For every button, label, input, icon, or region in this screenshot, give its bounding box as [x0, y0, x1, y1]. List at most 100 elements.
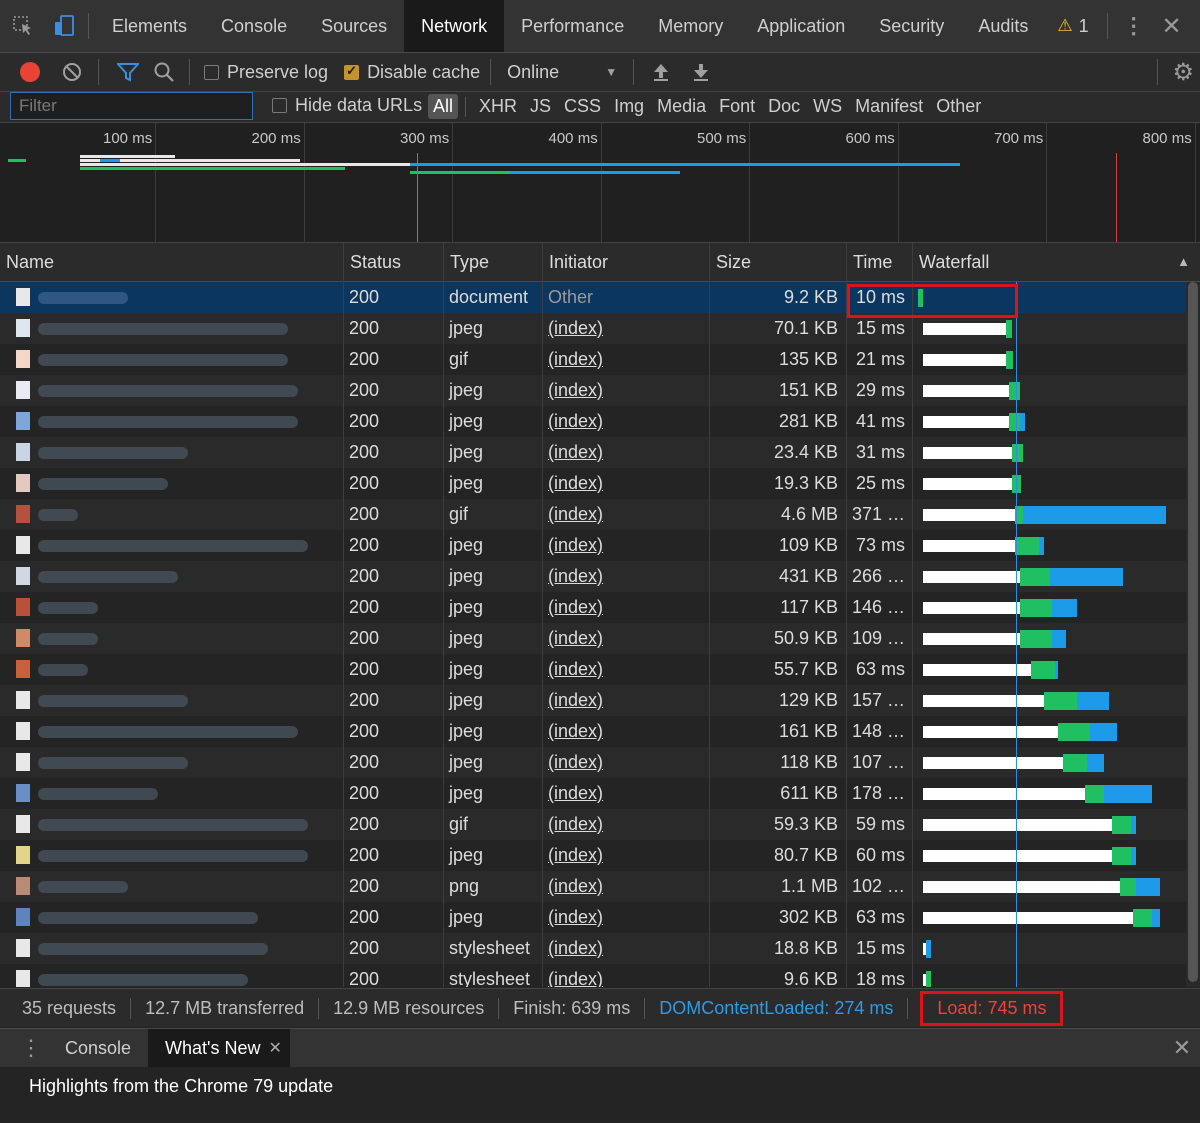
scrollbar-thumb[interactable]	[1188, 282, 1198, 982]
filter-type-img[interactable]: Img	[609, 94, 649, 119]
filter-type-other[interactable]: Other	[931, 94, 986, 119]
filter-type-css[interactable]: CSS	[559, 94, 606, 119]
cell-initiator[interactable]: (index)	[548, 623, 698, 654]
tab-elements[interactable]: Elements	[95, 0, 204, 52]
request-row[interactable]: 200 jpeg (index) 117 KB 146 …	[0, 592, 1200, 623]
cell-initiator[interactable]: (index)	[548, 933, 698, 964]
filter-type-all[interactable]: All	[428, 94, 459, 119]
tab-console[interactable]: Console	[204, 0, 304, 52]
network-overview[interactable]: 100 ms 200 ms 300 ms 400 ms 500 ms 600 ms 700 …	[0, 123, 1200, 243]
request-row[interactable]: 200 stylesheet (index) 9.6 KB 18 ms	[0, 964, 1200, 987]
drawer-tab-console[interactable]: Console	[48, 1029, 148, 1067]
cell-initiator[interactable]: (index)	[548, 468, 698, 499]
request-row[interactable]: 200 jpeg (index) 50.9 KB 109 …	[0, 623, 1200, 654]
request-row[interactable]: 200 gif (index) 135 KB 21 ms	[0, 344, 1200, 375]
cell-initiator[interactable]: (index)	[548, 530, 698, 561]
filter-type-font[interactable]: Font	[714, 94, 760, 119]
tab-audits[interactable]: Audits	[961, 0, 1045, 52]
close-devtools-icon[interactable]: ✕	[1154, 0, 1190, 52]
hide-data-urls-checkbox[interactable]: Hide data URLs	[272, 95, 422, 116]
cell-initiator[interactable]: (index)	[548, 499, 698, 530]
cell-initiator[interactable]: (index)	[548, 592, 698, 623]
cell-initiator[interactable]: (index)	[548, 344, 698, 375]
request-row[interactable]: 200 document Other 9.2 KB 10 ms	[0, 282, 1200, 313]
tab-application[interactable]: Application	[740, 0, 862, 52]
preserve-log-box[interactable]	[204, 64, 219, 80]
column-waterfall[interactable]: Waterfall	[912, 243, 1200, 281]
cell-initiator[interactable]: (index)	[548, 747, 698, 778]
request-row[interactable]: 200 jpeg (index) 70.1 KB 15 ms	[0, 313, 1200, 344]
cell-initiator[interactable]: (index)	[548, 902, 698, 933]
cell-initiator[interactable]: (index)	[548, 716, 698, 747]
close-drawer-icon[interactable]: ✕	[1164, 1035, 1200, 1061]
import-har-icon[interactable]	[652, 62, 670, 82]
request-row[interactable]: 200 jpeg (index) 23.4 KB 31 ms	[0, 437, 1200, 468]
column-size[interactable]: Size	[709, 243, 846, 281]
filter-type-doc[interactable]: Doc	[763, 94, 805, 119]
close-tab-icon[interactable]: ✕	[269, 1038, 282, 1058]
filter-type-ws[interactable]: WS	[808, 94, 847, 119]
export-har-icon[interactable]	[692, 62, 710, 82]
request-row[interactable]: 200 jpeg (index) 19.3 KB 25 ms	[0, 468, 1200, 499]
settings-gear-icon[interactable]: ⚙	[1172, 58, 1194, 87]
request-row[interactable]: 200 gif (index) 59.3 KB 59 ms	[0, 809, 1200, 840]
request-row[interactable]: 200 jpeg (index) 109 KB 73 ms	[0, 530, 1200, 561]
tab-security[interactable]: Security	[862, 0, 961, 52]
device-toolbar-icon[interactable]	[46, 0, 82, 52]
search-icon[interactable]	[153, 61, 175, 83]
cell-initiator[interactable]: (index)	[548, 561, 698, 592]
request-row[interactable]: 200 jpeg (index) 161 KB 148 …	[0, 716, 1200, 747]
hide-data-urls-box[interactable]	[272, 98, 287, 113]
clear-icon[interactable]	[62, 62, 82, 82]
request-row[interactable]: 200 jpeg (index) 431 KB 266 …	[0, 561, 1200, 592]
warnings-indicator[interactable]: ⚠ 1	[1045, 0, 1100, 52]
request-row[interactable]: 200 jpeg (index) 118 KB 107 …	[0, 747, 1200, 778]
column-status[interactable]: Status	[343, 243, 443, 281]
cell-initiator[interactable]: (index)	[548, 871, 698, 902]
filter-type-xhr[interactable]: XHR	[474, 94, 522, 119]
request-row[interactable]: 200 jpeg (index) 302 KB 63 ms	[0, 902, 1200, 933]
tab-memory[interactable]: Memory	[641, 0, 740, 52]
request-row[interactable]: 200 stylesheet (index) 18.8 KB 15 ms	[0, 933, 1200, 964]
filter-type-js[interactable]: JS	[525, 94, 556, 119]
filter-type-media[interactable]: Media	[652, 94, 711, 119]
preserve-log-checkbox[interactable]: Preserve log	[204, 62, 328, 83]
request-row[interactable]: 200 jpeg (index) 611 KB 178 …	[0, 778, 1200, 809]
request-row[interactable]: 200 jpeg (index) 80.7 KB 60 ms	[0, 840, 1200, 871]
tab-performance[interactable]: Performance	[504, 0, 641, 52]
drawer-menu-icon[interactable]: ⋮	[14, 1035, 48, 1061]
filter-icon[interactable]	[117, 62, 139, 82]
column-type[interactable]: Type	[443, 243, 542, 281]
sort-ascending-icon[interactable]: ▲	[1177, 254, 1190, 269]
filter-input[interactable]	[10, 92, 253, 120]
request-row[interactable]: 200 gif (index) 4.6 MB 371 …	[0, 499, 1200, 530]
cell-initiator[interactable]: (index)	[548, 437, 698, 468]
cell-initiator[interactable]: (index)	[548, 964, 698, 987]
request-row[interactable]: 200 jpeg (index) 151 KB 29 ms	[0, 375, 1200, 406]
cell-initiator[interactable]: (index)	[548, 375, 698, 406]
cell-initiator[interactable]: (index)	[548, 840, 698, 871]
cell-initiator[interactable]: (index)	[548, 809, 698, 840]
request-row[interactable]: 200 png (index) 1.1 MB 102 …	[0, 871, 1200, 902]
request-row[interactable]: 200 jpeg (index) 129 KB 157 …	[0, 685, 1200, 716]
column-time[interactable]: Time	[846, 243, 912, 281]
tab-network[interactable]: Network	[404, 0, 505, 52]
cell-initiator[interactable]: (index)	[548, 778, 698, 809]
more-options-icon[interactable]: ⋮	[1114, 0, 1154, 52]
cell-initiator[interactable]: (index)	[548, 685, 698, 716]
cell-initiator[interactable]: (index)	[548, 654, 698, 685]
drawer-tab-whats-new[interactable]: What's New ✕	[148, 1029, 290, 1067]
cell-initiator[interactable]: (index)	[548, 406, 698, 437]
column-initiator[interactable]: Initiator	[542, 243, 709, 281]
column-name[interactable]: Name	[0, 243, 343, 281]
cell-initiator[interactable]: (index)	[548, 313, 698, 344]
disable-cache-box[interactable]	[344, 63, 360, 80]
request-row[interactable]: 200 jpeg (index) 281 KB 41 ms	[0, 406, 1200, 437]
throttling-select[interactable]: Online ▼	[507, 62, 617, 83]
inspect-element-icon[interactable]	[0, 0, 46, 52]
disable-cache-checkbox[interactable]: Disable cache	[344, 62, 480, 83]
tab-sources[interactable]: Sources	[304, 0, 404, 52]
request-row[interactable]: 200 jpeg (index) 55.7 KB 63 ms	[0, 654, 1200, 685]
filter-type-manifest[interactable]: Manifest	[850, 94, 928, 119]
record-icon[interactable]	[20, 62, 40, 82]
